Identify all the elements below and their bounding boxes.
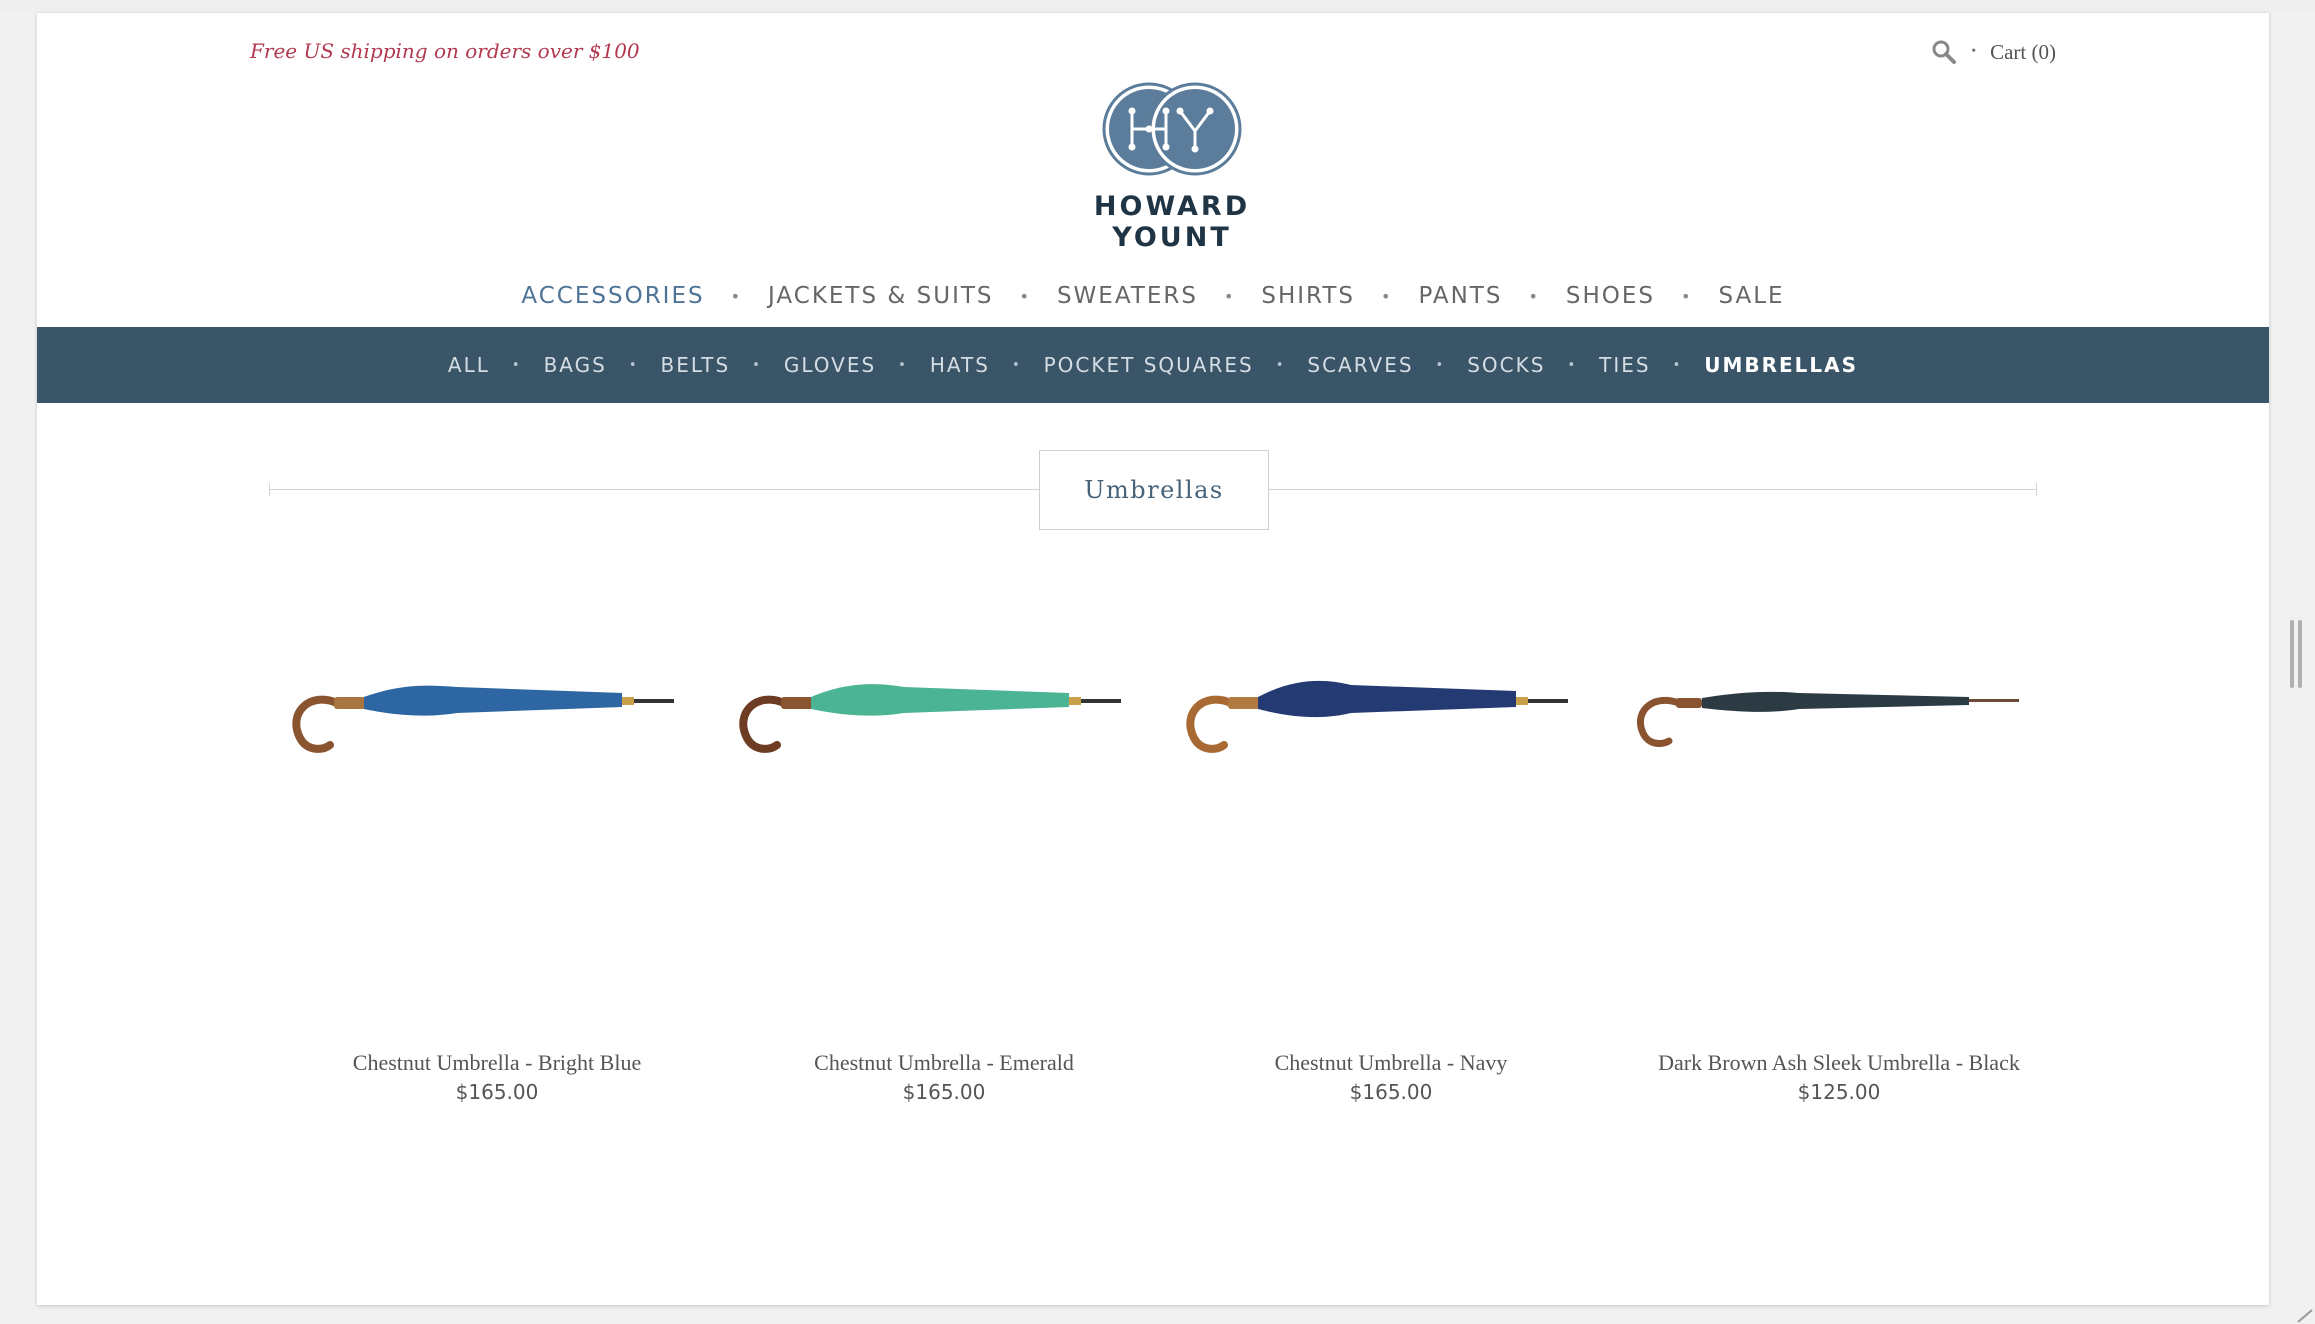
umbrella-image[interactable] xyxy=(1624,613,2054,813)
nav-separator: • xyxy=(752,357,762,373)
logo-mark-icon xyxy=(1102,82,1242,176)
subnav-belts[interactable]: BELTS xyxy=(660,353,730,377)
nav-separator: • xyxy=(1435,357,1446,373)
main-nav: ACCESSORIES • JACKETS & SUITS • SWEATERS • SHI… xyxy=(37,283,2269,309)
subnav-ties[interactable]: TIES xyxy=(1599,353,1650,377)
subnav-socks[interactable]: SOCKS xyxy=(1467,353,1545,377)
product-name[interactable]: Dark Brown Ash Sleek Umbrella - Black xyxy=(1624,1050,2054,1076)
scrollbar-thumb[interactable] xyxy=(2290,620,2304,688)
product-name[interactable]: Chestnut Umbrella - Bright Blue xyxy=(282,1050,712,1076)
subnav-umbrellas[interactable]: UMBRELLAS xyxy=(1704,353,1858,377)
nav-separator: • xyxy=(1567,357,1578,373)
product-card[interactable]: Chestnut Umbrella - Bright Blue $165.00 xyxy=(282,613,712,1104)
umbrella-image[interactable] xyxy=(282,613,712,813)
divider-cap xyxy=(2036,483,2037,496)
product-name[interactable]: Chestnut Umbrella - Navy xyxy=(1176,1050,1606,1076)
subnav-gloves[interactable]: GLOVES xyxy=(784,353,876,377)
nav-separator: • xyxy=(1019,287,1031,306)
subnav-bags[interactable]: BAGS xyxy=(544,353,607,377)
nav-separator: • xyxy=(1528,287,1540,306)
main-nav-shoes[interactable]: SHOES xyxy=(1566,283,1655,309)
browser-top-strip xyxy=(0,0,2315,13)
nav-separator: • xyxy=(730,287,743,306)
main-nav-pants[interactable]: PANTS xyxy=(1418,283,1502,309)
main-nav-jackets-suits[interactable]: JACKETS & SUITS xyxy=(768,283,993,309)
product-price: $165.00 xyxy=(455,1080,539,1104)
subnav-pocket-squares[interactable]: POCKET SQUARES xyxy=(1044,353,1254,377)
subnav-hats[interactable]: HATS xyxy=(930,353,990,377)
cart-link[interactable]: Cart (0) xyxy=(1990,40,2056,65)
page: Free US shipping on orders over $100 • C… xyxy=(37,13,2269,1305)
product-price: $125.00 xyxy=(1797,1080,1881,1104)
divider-cap xyxy=(269,483,270,496)
subnav-all[interactable]: ALL xyxy=(448,353,490,377)
brand-logo[interactable]: HOWARD YOUNT xyxy=(1072,81,1272,253)
nav-separator: • xyxy=(1223,287,1236,306)
nav-separator: • xyxy=(511,357,522,373)
main-nav-sale[interactable]: SALE xyxy=(1718,283,1784,309)
nav-separator: • xyxy=(1011,357,1022,373)
main-nav-sweaters[interactable]: SWEATERS xyxy=(1057,283,1198,309)
collection-title-block: Umbrellas xyxy=(269,450,2037,530)
product-card[interactable]: Chestnut Umbrella - Emerald $165.00 xyxy=(729,613,1159,1104)
product-card[interactable]: Dark Brown Ash Sleek Umbrella - Black $1… xyxy=(1624,613,2054,1104)
resize-grip-icon[interactable] xyxy=(2296,1308,2314,1324)
brand-name: HOWARD YOUNT xyxy=(1093,191,1251,253)
shipping-promo: Free US shipping on orders over $100 xyxy=(250,39,640,63)
nav-separator: • xyxy=(1381,287,1393,306)
product-price: $165.00 xyxy=(902,1080,986,1104)
product-price: $165.00 xyxy=(1349,1080,1433,1104)
separator-dot: • xyxy=(1971,44,1977,59)
umbrella-image[interactable] xyxy=(729,613,1159,813)
main-nav-accessories[interactable]: ACCESSORIES xyxy=(521,283,704,309)
nav-separator: • xyxy=(898,357,908,373)
search-icon[interactable] xyxy=(1931,39,1957,65)
umbrella-image[interactable] xyxy=(1176,613,1606,813)
product-card[interactable]: Chestnut Umbrella - Navy $165.00 xyxy=(1176,613,1606,1104)
product-name[interactable]: Chestnut Umbrella - Emerald xyxy=(729,1050,1159,1076)
accessories-subnav: ALL • BAGS • BELTS • GLOVES • HATS • POCKET SQUARE… xyxy=(37,327,2269,403)
nav-separator: • xyxy=(1275,357,1286,373)
subnav-scarves[interactable]: SCARVES xyxy=(1307,353,1413,377)
nav-separator: • xyxy=(1681,287,1693,306)
nav-separator: • xyxy=(628,357,639,373)
main-nav-shirts[interactable]: SHIRTS xyxy=(1261,283,1355,309)
utility-links: • Cart (0) xyxy=(1931,39,2056,65)
nav-separator: • xyxy=(1672,357,1683,373)
collection-title: Umbrellas xyxy=(1039,450,1269,530)
